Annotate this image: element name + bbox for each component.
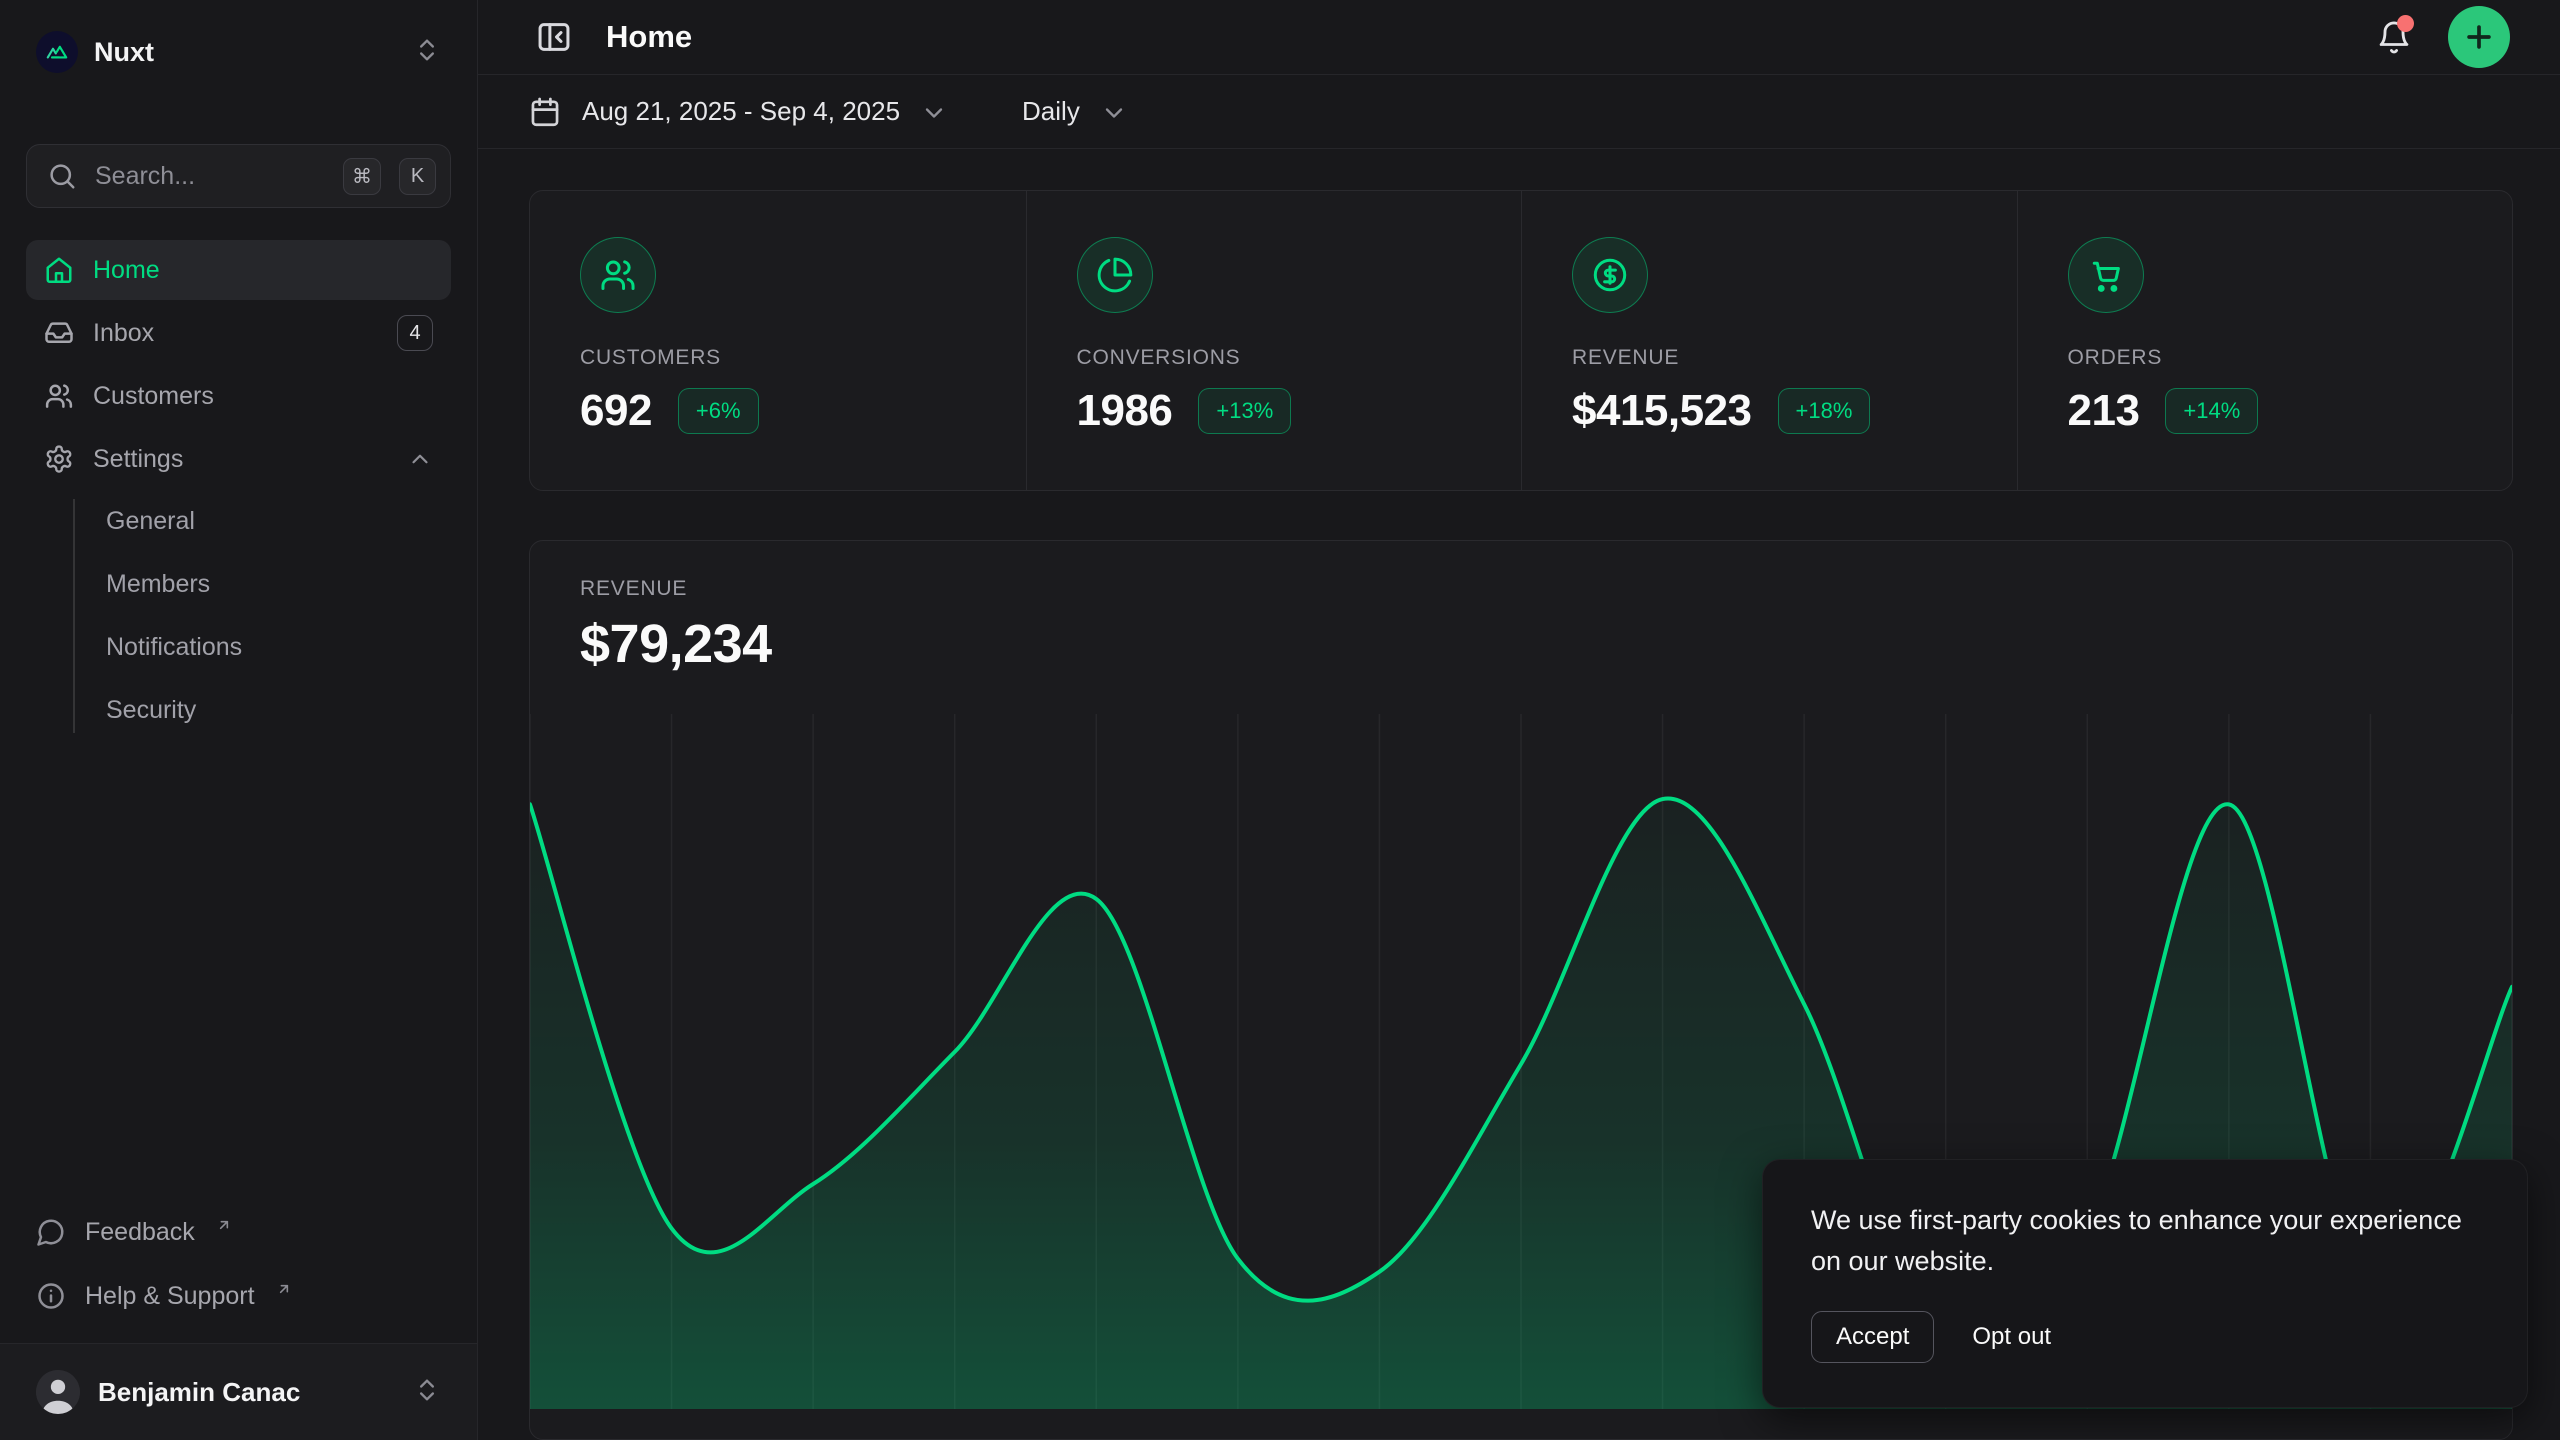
stat-card-conversions: CONVERSIONS 1986 +13% — [1026, 191, 1522, 490]
external-link-icon — [216, 1211, 232, 1240]
search-icon — [47, 161, 77, 191]
kbd-cmd: ⌘ — [343, 158, 381, 195]
stat-delta-badge: +18% — [1778, 388, 1871, 434]
panel-left-close-icon[interactable] — [528, 11, 580, 63]
cookie-actions: Accept Opt out — [1811, 1311, 2479, 1363]
inbox-count-badge: 4 — [397, 315, 433, 351]
granularity-label: Daily — [1022, 96, 1080, 127]
sidebar-item-label: Settings — [93, 445, 388, 474]
sidebar-item-home[interactable]: Home — [26, 240, 451, 300]
help-support-link[interactable]: Help & Support — [26, 1271, 451, 1321]
org-name: Nuxt — [94, 37, 397, 68]
sidebar: Nuxt Search... ⌘ K — [0, 0, 478, 1440]
notifications-button[interactable] — [2366, 9, 2422, 65]
chevron-up-icon — [407, 446, 433, 472]
stat-label: CUSTOMERS — [580, 346, 976, 370]
gear-icon — [44, 444, 74, 474]
chat-bubble-icon — [36, 1217, 66, 1247]
nuxt-logo-icon — [36, 31, 78, 73]
date-range-picker[interactable]: Aug 21, 2025 - Sep 4, 2025 — [528, 95, 948, 129]
search-input[interactable]: Search... ⌘ K — [26, 144, 451, 208]
opt-out-button[interactable]: Opt out — [1972, 1323, 2051, 1351]
revenue-label: REVENUE — [580, 577, 2462, 601]
sidebar-item-inbox[interactable]: Inbox 4 — [26, 303, 451, 363]
chevrons-up-down-icon — [413, 1376, 441, 1409]
sidebar-item-customers[interactable]: Customers — [26, 366, 451, 426]
settings-subnav: General Members Notifications Security — [0, 491, 451, 741]
kbd-k: K — [399, 158, 436, 195]
sidebar-item-label: Home — [93, 256, 433, 285]
calendar-icon — [528, 95, 562, 129]
sidebar-user-section: Benjamin Canac — [0, 1343, 477, 1440]
shopping-cart-icon — [2068, 237, 2144, 313]
stat-label: ORDERS — [2068, 346, 2463, 370]
pie-chart-icon — [1077, 237, 1153, 313]
stat-label: CONVERSIONS — [1077, 346, 1472, 370]
users-icon — [44, 381, 74, 411]
date-range-label: Aug 21, 2025 - Sep 4, 2025 — [582, 96, 900, 127]
page-title: Home — [606, 19, 2340, 55]
help-support-label: Help & Support — [85, 1282, 255, 1311]
page-header: Home — [478, 0, 2560, 75]
stat-value: 692 — [580, 386, 652, 436]
accept-button[interactable]: Accept — [1811, 1311, 1934, 1363]
stat-card-revenue: REVENUE $415,523 +18% — [1521, 191, 2017, 490]
user-menu[interactable]: Benjamin Canac — [26, 1360, 451, 1424]
add-button[interactable] — [2448, 6, 2510, 68]
sidebar-item-general[interactable]: General — [106, 491, 451, 552]
cookie-banner: We use first-party cookies to enhance yo… — [1762, 1159, 2528, 1408]
stat-delta-badge: +6% — [678, 388, 759, 434]
stat-delta-badge: +13% — [1198, 388, 1291, 434]
stat-label: REVENUE — [1572, 346, 1967, 370]
org-switcher[interactable]: Nuxt — [26, 24, 451, 80]
sidebar-item-security[interactable]: Security — [106, 680, 451, 741]
sidebar-footer-links: Feedback Help & Support — [26, 1207, 451, 1321]
sidebar-item-label: Inbox — [93, 319, 378, 348]
avatar — [36, 1370, 80, 1414]
sidebar-item-label: Customers — [93, 382, 433, 411]
home-icon — [44, 255, 74, 285]
sidebar-spacer — [0, 741, 477, 1207]
info-circle-icon — [36, 1281, 66, 1311]
stat-value: 1986 — [1077, 386, 1173, 436]
chevron-down-icon — [1100, 99, 1128, 127]
search-placeholder: Search... — [95, 162, 325, 191]
external-link-icon — [276, 1275, 292, 1304]
inbox-icon — [44, 318, 74, 348]
user-name: Benjamin Canac — [98, 1377, 395, 1408]
users-icon — [580, 237, 656, 313]
toolbar: Aug 21, 2025 - Sep 4, 2025 Daily — [478, 75, 2560, 149]
stat-value: 213 — [2068, 386, 2140, 436]
revenue-header: REVENUE $79,234 — [530, 541, 2512, 675]
revenue-total: $79,234 — [580, 613, 2462, 675]
stat-card-orders: ORDERS 213 +14% — [2017, 191, 2513, 490]
sidebar-item-notifications[interactable]: Notifications — [106, 617, 451, 678]
granularity-select[interactable]: Daily — [1022, 96, 1128, 127]
feedback-link[interactable]: Feedback — [26, 1207, 451, 1257]
cookie-message: We use first-party cookies to enhance yo… — [1811, 1200, 2479, 1281]
sidebar-nav: Home Inbox 4 — [26, 240, 451, 489]
feedback-label: Feedback — [85, 1218, 195, 1247]
stat-delta-badge: +14% — [2165, 388, 2258, 434]
stat-value: $415,523 — [1572, 386, 1752, 436]
dollar-circle-icon — [1572, 237, 1648, 313]
chevrons-up-down-icon — [413, 36, 441, 69]
chevron-down-icon — [920, 99, 948, 127]
stat-card-customers: CUSTOMERS 692 +6% — [530, 191, 1026, 490]
stats-row: CUSTOMERS 692 +6% CONVERSIONS — [529, 190, 2513, 491]
sidebar-item-members[interactable]: Members — [106, 554, 451, 615]
sidebar-item-settings[interactable]: Settings — [26, 429, 451, 489]
